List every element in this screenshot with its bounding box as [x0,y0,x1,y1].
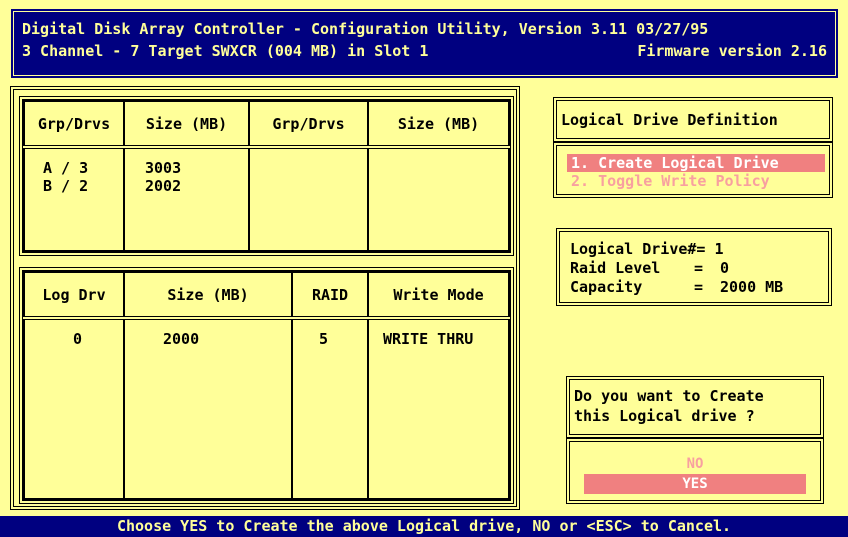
raid-cell: 5 [291,317,369,500]
controller-info: 3 Channel - 7 Target SWXCR (004 MB) in S… [22,42,429,60]
grp-drvs-value: B / 2 [43,177,89,195]
logical-drive-info: Logical Drive#= 1 Raid Level = 0 Capacit… [556,228,832,306]
table-row[interactable]: 0 2000 5 WRITE THRU [23,317,510,500]
yes-button[interactable]: YES [584,474,806,494]
col-header-write-mode: Write Mode [367,271,510,320]
menu-title: Logical Drive Definition [561,111,778,129]
no-button[interactable]: NO [584,454,806,474]
status-bar: Choose YES to Create the above Logical d… [0,516,848,537]
col-header-log-drv: Log Drv [23,271,125,320]
menu-item-create-logical-drive[interactable]: 1. Create Logical Drive [567,154,825,172]
grp-drvs-cell: A / 3 B / 2 [23,146,125,252]
confirm-dialog: Do you want to Create this Logical drive… [566,376,824,438]
capacity-label: Capacity [570,278,643,296]
size-value: 3003 [145,159,182,177]
raid-level-value: 0 [720,259,730,277]
capacity-line: Capacity = 2000 MB [570,278,784,296]
col-header-size-1: Size (MB) [123,100,250,149]
dialog-buttons: NO YES [566,438,824,504]
write-mode-cell: WRITE THRU [367,317,510,500]
dialog-question-line2: this Logical drive ? [574,407,755,425]
col-header-grp-drvs-1: Grp/Drvs [23,100,125,149]
size-value: 2002 [145,177,182,195]
grp-drvs-value: A / 3 [43,159,89,177]
drive-number-line: Logical Drive#= 1 [570,240,828,259]
app-title: Digital Disk Array Controller - Configur… [22,20,709,38]
title-bar: Digital Disk Array Controller - Configur… [10,8,839,79]
grp-drvs-cell-empty [248,146,369,252]
dialog-question-line1: Do you want to Create [574,387,764,405]
raid-level-label: Raid Level [570,259,661,277]
size-cell: 2000 [123,317,293,500]
col-header-grp-drvs-2: Grp/Drvs [248,100,369,149]
col-header-size-2: Size (MB) [367,100,510,149]
capacity-value: 2000 MB [720,278,784,296]
group-drive-table: Grp/Drvs Size (MB) Grp/Drvs Size (MB) A … [19,96,514,256]
col-header-raid: RAID [291,271,369,320]
raid-level-line: Raid Level = 0 [570,259,730,277]
size-cell-empty [367,146,510,252]
log-drv-cell: 0 [23,317,125,500]
menu-item-toggle-write-policy[interactable]: 2. Toggle Write Policy [571,172,825,190]
menu-items-box: 1. Create Logical Drive 2. Toggle Write … [553,142,833,198]
col-header-size: Size (MB) [123,271,293,320]
drive-number-value: 1 [714,240,724,258]
firmware-version: Firmware version 2.16 [637,42,827,60]
drive-number-label: Logical Drive#= [570,240,706,258]
size-cell: 3003 2002 [123,146,250,252]
menu-title-box: Logical Drive Definition [553,97,833,142]
logical-drive-table: Log Drv Size (MB) RAID Write Mode 0 2000… [19,267,514,504]
